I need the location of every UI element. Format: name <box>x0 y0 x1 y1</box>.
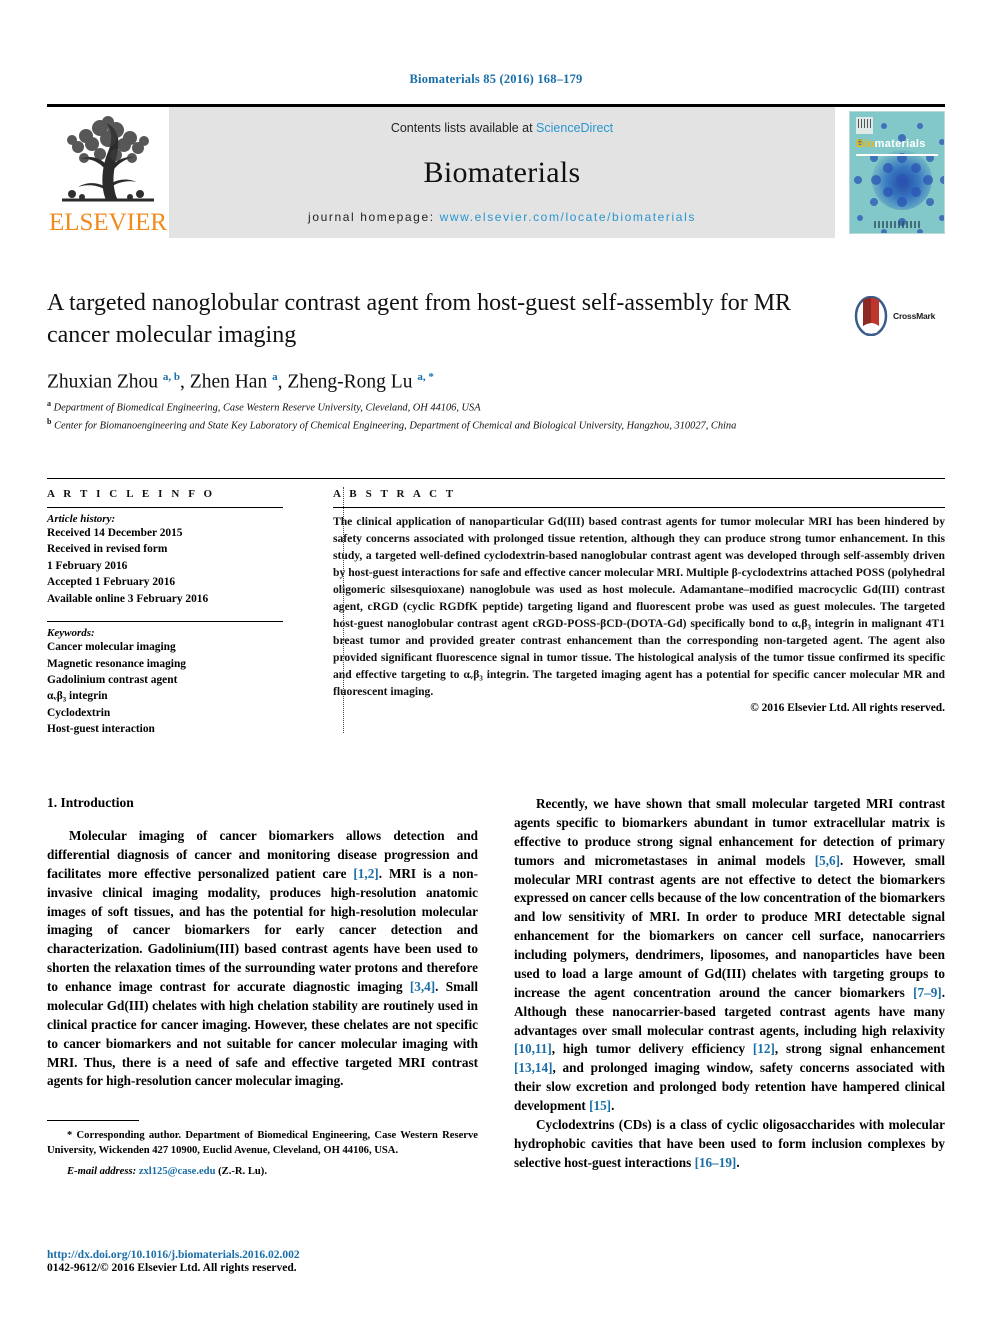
history-items: Received 14 December 2015 Received in re… <box>47 525 283 607</box>
issn-copyright-line: 0142-9612/© 2016 Elsevier Ltd. All right… <box>47 1262 297 1274</box>
keyword-item: Cancer molecular imaging <box>47 641 176 654</box>
history-item: Accepted 1 February 2016 <box>47 576 176 589</box>
footnote-block: * Corresponding author. Department of Bi… <box>47 1120 478 1179</box>
citation-link[interactable]: [1,2] <box>353 866 378 881</box>
cover-emblem <box>856 117 873 134</box>
contents-available-line: Contents lists available at ScienceDirec… <box>391 121 613 135</box>
info-rule-1 <box>47 507 283 508</box>
info-abstract-region: A R T I C L E I N F O Article history: R… <box>47 478 945 738</box>
journal-masthead: ELSEVIER Contents lists available at Sci… <box>47 104 945 241</box>
column-divider <box>343 487 344 733</box>
paper-page: Biomaterials 85 (2016) 168–179 ELSEVIER … <box>0 0 992 1323</box>
citation-link[interactable]: [15] <box>589 1098 611 1113</box>
running-head: Biomaterials 85 (2016) 168–179 <box>409 72 583 86</box>
citation-link[interactable]: [7–9] <box>913 985 942 1000</box>
page-title: A targeted nanoglobular contrast agent f… <box>47 290 792 348</box>
corresponding-author-note: * Corresponding author. Department of Bi… <box>47 1130 478 1157</box>
journal-homepage-line: journal homepage: www.elsevier.com/locat… <box>308 210 696 224</box>
sciencedirect-link[interactable]: ScienceDirect <box>536 121 613 135</box>
crossmark-badge[interactable]: CrossMark <box>854 294 940 338</box>
keyword-item: Host-guest interaction <box>47 723 155 736</box>
paragraph: Molecular imaging of cancer biomarkers a… <box>47 828 478 1089</box>
crossmark-icon <box>854 295 888 337</box>
section-heading-introduction: 1. Introduction <box>47 795 134 810</box>
doi-block: http://dx.doi.org/10.1016/j.biomaterials… <box>47 1249 478 1274</box>
doi-link[interactable]: http://dx.doi.org/10.1016/j.biomaterials… <box>47 1249 478 1261</box>
title-block: A targeted nanoglobular contrast agent f… <box>47 288 945 352</box>
keywords-block: Keywords: Cancer molecular imaging Magne… <box>47 627 283 738</box>
keyword-item: Magnetic resonance imaging <box>47 657 186 670</box>
citation-link[interactable]: [13,14] <box>514 1060 552 1075</box>
email-link[interactable]: zxl125@case.edu <box>139 1166 216 1177</box>
paragraph: Cyclodextrins (CDs) is a class of cyclic… <box>514 1116 945 1170</box>
journal-cover-thumbnail: Biomaterials <box>835 107 945 238</box>
crossmark-label: CrossMark <box>893 311 936 321</box>
keyword-item: αᵥβ₃ integrin <box>47 690 108 703</box>
history-item: Received 14 December 2015 <box>47 527 183 539</box>
body-column-right: Recently, we have shown that small molec… <box>514 795 945 1173</box>
body-column-left: 1. Introduction Molecular imaging of can… <box>47 795 478 1173</box>
abstract-text: The clinical application of nanoparticul… <box>333 515 945 699</box>
cover-footer-mark <box>874 221 922 228</box>
elsevier-tree-icon <box>56 114 160 210</box>
article-info-heading: A R T I C L E I N F O <box>47 488 216 500</box>
cover-underline <box>856 154 938 156</box>
elsevier-logo: ELSEVIER <box>47 107 169 238</box>
journal-title: Biomaterials <box>423 155 581 189</box>
email-note: E-mail address: zxl125@case.edu (Z.-R. L… <box>47 1164 478 1179</box>
contents-prefix: Contents lists available at <box>390 121 537 135</box>
elsevier-wordmark: ELSEVIER <box>48 209 168 236</box>
body-columns: 1. Introduction Molecular imaging of can… <box>47 795 945 1173</box>
keyword-item: Cyclodextrin <box>47 706 111 719</box>
affiliation-b: b Center for Biomanoengineering and Stat… <box>47 417 737 432</box>
homepage-link[interactable]: www.elsevier.com/locate/biomaterials <box>440 210 696 224</box>
author-list: Zhuxian Zhou a, b, Zhen Han a, Zheng-Ron… <box>47 371 434 393</box>
history-item: Received in revised form <box>47 543 168 556</box>
citation-link[interactable]: [12] <box>753 1041 775 1056</box>
abstract-rule <box>333 507 945 508</box>
citation-link[interactable]: [5,6] <box>815 853 840 868</box>
paragraph: Recently, we have shown that small molec… <box>514 796 946 1113</box>
email-label: E-mail address: <box>67 1165 137 1177</box>
keyword-items: Cancer molecular imaging Magnetic resona… <box>47 639 283 738</box>
masthead-center: Contents lists available at ScienceDirec… <box>169 107 835 238</box>
email-suffix: (Z.-R. Lu). <box>218 1165 267 1177</box>
history-item: Available online 3 February 2016 <box>47 592 209 605</box>
homepage-prefix: journal homepage: <box>308 210 440 224</box>
footnote-rule <box>47 1120 139 1121</box>
affiliation-a: a Department of Biomedical Engineering, … <box>47 399 481 414</box>
abstract-column: A B S T R A C T The clinical application… <box>297 479 945 738</box>
abstract-copyright: © 2016 Elsevier Ltd. All rights reserved… <box>750 702 945 715</box>
info-rule-2 <box>47 621 283 623</box>
affiliation-list: a Department of Biomedical Engineering, … <box>47 398 945 434</box>
abstract-heading: A B S T R A C T <box>333 488 457 500</box>
keywords-label: Keywords: <box>47 627 95 640</box>
citation-link[interactable]: [10,11] <box>514 1041 552 1056</box>
keyword-item: Gadolinium contrast agent <box>47 673 178 686</box>
cover-title: Biomaterials <box>856 138 926 150</box>
article-info-column: A R T I C L E I N F O Article history: R… <box>47 479 297 738</box>
article-history-block: Article history: Received 14 December 20… <box>47 513 283 607</box>
citation-link[interactable]: [3,4] <box>410 979 435 994</box>
citation-link[interactable]: [16–19] <box>695 1155 737 1170</box>
history-item: 1 February 2016 <box>47 559 128 572</box>
history-label: Article history: <box>47 513 116 525</box>
